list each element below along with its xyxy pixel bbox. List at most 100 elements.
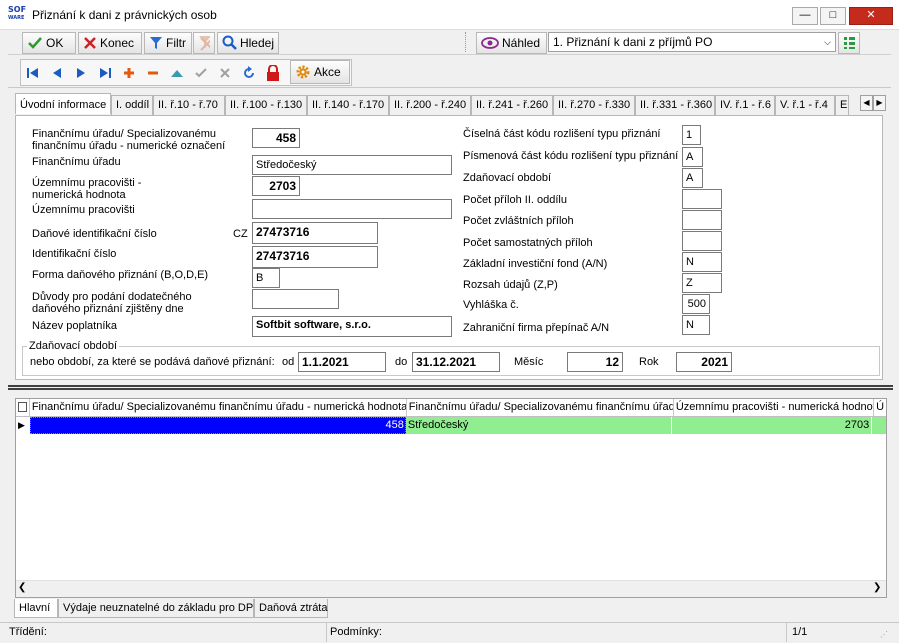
grid-cell-col3[interactable]: 2703 [672,417,873,434]
close-button[interactable]: ✕ [849,7,893,25]
tab-11[interactable]: E [835,95,849,115]
mesic-label: Měsíc [514,356,544,368]
scroll-right-icon[interactable]: ❯ [873,582,881,593]
tab-scroll-left-button[interactable]: ◀ [860,95,873,111]
status-divider [786,623,787,642]
next-record-button[interactable] [70,61,92,85]
zahr-field[interactable]: N [682,315,710,335]
minimize-button[interactable]: — [792,7,818,25]
table-row[interactable]: ▶ 458 Středočeský 2703 [16,417,887,434]
add-record-button[interactable] [118,61,140,85]
last-record-button[interactable] [94,61,116,85]
grid-horizontal-scrollbar[interactable] [16,580,886,597]
hledej-button[interactable]: Hledej [217,32,279,54]
od-label: od [282,356,295,368]
forma-field[interactable]: B [252,268,280,288]
maximize-button[interactable]: □ [820,7,846,25]
od-field[interactable]: 1.1.2021 [298,352,386,372]
tab-4[interactable]: II. ř.140 - ř.170 [307,95,389,115]
up-num-label-line2: numerická hodnota [32,189,126,201]
fu-field[interactable]: Středočeský [252,155,452,175]
tab-8[interactable]: II. ř.331 - ř.360 [635,95,715,115]
first-record-button[interactable] [22,61,44,85]
resize-grip-icon[interactable]: ⋰ [880,630,890,640]
ic-field[interactable]: 27473716 [252,246,378,268]
lock-button[interactable] [262,61,284,85]
grid-header-col4[interactable]: Ú [874,399,886,416]
ok-button[interactable]: OK [22,32,76,54]
tab-5[interactable]: II. ř.200 - ř.240 [389,95,471,115]
dic-field[interactable]: 27473716 [252,222,378,244]
up-num-field[interactable]: 2703 [252,176,300,196]
list-button[interactable] [838,32,860,54]
lock-icon [267,65,279,81]
tab-6[interactable]: II. ř.241 - ř.260 [471,95,553,115]
grid-header-col2[interactable]: Finančnímu úřadu/ Specializovanému finan… [407,399,674,416]
tab-7[interactable]: II. ř.270 - ř.330 [553,95,635,115]
ciselna-field[interactable]: 1 [682,125,701,145]
grid-cell-col4[interactable] [872,417,887,434]
tab-3[interactable]: II. ř.100 - ř.130 [225,95,307,115]
forma-label: Forma daňového přiznání (B,O,D,E) [32,269,209,281]
bottom-tab-1[interactable]: Výdaje neuznatelné do základu pro DP [58,599,254,618]
up-field[interactable] [252,199,452,219]
konec-button[interactable]: Konec [78,32,142,54]
fu-num-field[interactable]: 458 [252,128,300,148]
period-group-title: Zdaňovací období [27,340,120,352]
grid-header-col1[interactable]: Finančnímu úřadu/ Specializovanému finan… [30,399,407,416]
do-field[interactable]: 31.12.2021 [412,352,500,372]
samost-field[interactable] [682,231,722,251]
nahled-button[interactable]: Náhled [476,32,547,54]
tab-scroll-right-button[interactable]: ▶ [873,95,886,111]
x-icon [84,37,96,49]
prev-record-button[interactable] [46,61,68,85]
grid-cell-col1[interactable]: 458 [29,417,406,434]
fond-field[interactable]: N [682,252,722,272]
filtr-button[interactable]: Filtr [144,32,192,54]
tab-10[interactable]: V. ř.1 - ř.4 [775,95,835,115]
chevron-down-icon: ⌵ [824,36,831,47]
edit-record-button[interactable] [166,61,188,85]
clear-filter-button[interactable] [193,32,215,54]
rozsah-field[interactable]: Z [682,273,722,293]
bottom-tab-0[interactable]: Hlavní [14,599,58,618]
tab-9[interactable]: IV. ř.1 - ř.6 [715,95,775,115]
app-logo: SOF WARE [8,5,27,22]
prilohII-field[interactable] [682,189,722,209]
refresh-button[interactable] [238,61,260,85]
vyhlaska-field[interactable]: 500 [682,294,710,314]
refresh-icon [244,66,254,78]
tab-2[interactable]: II. ř.10 - ř.70 [153,95,225,115]
rozsah-label: Rozsah údajů (Z,P) [463,279,558,291]
nazev-field[interactable]: Softbit software, s.r.o. [252,316,452,337]
pismenna-field[interactable]: A [682,147,703,167]
do-label: do [395,356,408,368]
scroll-left-icon[interactable]: ❮ [18,582,26,593]
tab-1[interactable]: I. oddíl [111,95,153,115]
check-icon [195,68,207,78]
rok-field[interactable]: 2021 [676,352,732,372]
post-record-button[interactable] [190,61,212,85]
duvody-field[interactable] [252,289,339,309]
grid-cell-col2[interactable]: Středočeský [405,417,673,434]
search-icon [222,35,237,50]
nazev-label: Název poplatníka [32,320,117,332]
fu-num-label-line2: finančnímu úřadu - numerické označení [32,140,226,152]
zdan-obdobi-field[interactable]: A [682,168,703,188]
akce-button[interactable]: Akce [290,60,350,84]
tab-0[interactable]: Úvodní informace [15,93,111,114]
fu-num-label-line1: Finančnímu úřadu/ Specializovanému [32,128,217,140]
report-select[interactable]: 1. Přiznání k dani z příjmů PO ⌵ [548,32,836,52]
konec-label: Konec [100,36,135,50]
grid-header-col3[interactable]: Územnímu pracovišti - numerická hodnota [674,399,875,416]
cancel-record-button[interactable] [214,61,236,85]
zvlast-field[interactable] [682,210,722,230]
plus-icon [124,68,134,78]
hledej-label: Hledej [239,36,274,50]
bottom-tab-2[interactable]: Daňová ztráta [254,599,328,618]
splitter[interactable] [8,385,893,390]
delete-record-button[interactable] [142,61,164,85]
mesic-field[interactable]: 12 [567,352,623,372]
bottom-tab-bar: Hlavní Výdaje neuznatelné do základu pro … [14,599,328,618]
grid-select-all-checkbox[interactable] [16,399,30,416]
